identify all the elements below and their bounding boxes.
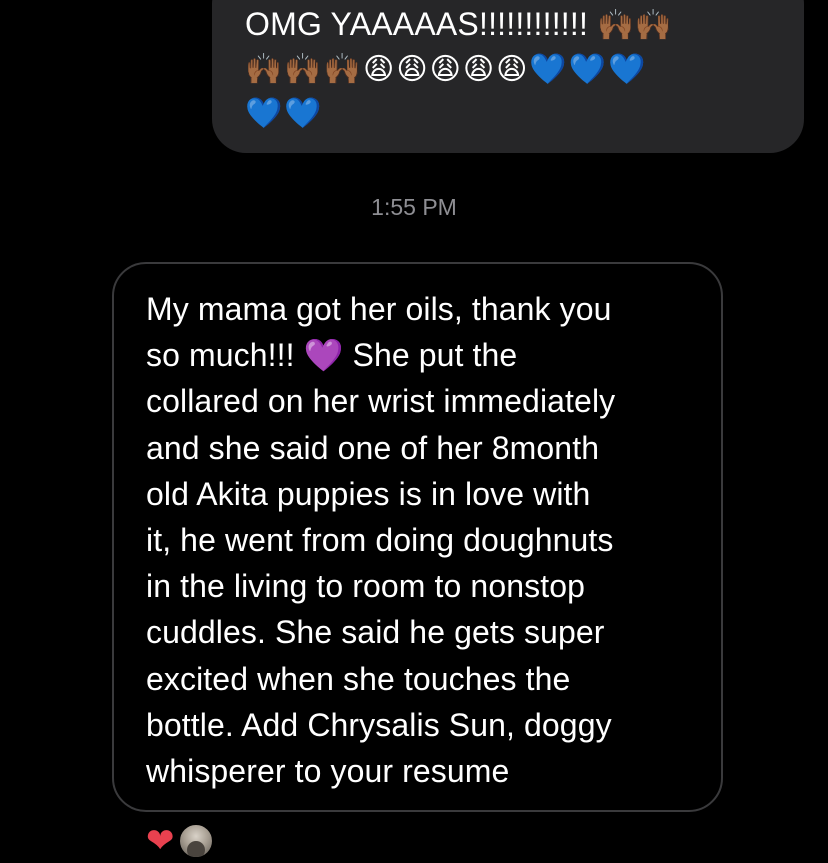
message-line: My mama got her oils, thank you	[146, 291, 612, 327]
message-line: bottle. Add Chrysalis Sun, doggy	[146, 706, 612, 743]
sent-message-bubble[interactable]: OMG YAAAAAS!!!!!!!!!!!! 🙌🏾🙌🏾 🙌🏾🙌🏾🙌🏾😩😩😩😩😩…	[212, 0, 804, 153]
message-line: old Akita puppies is in love with	[146, 475, 591, 512]
message-line: and she said one of her 8month	[146, 429, 600, 466]
sent-message-emoji-line-2: 🙌🏾🙌🏾🙌🏾😩😩😩😩😩💙💙💙	[245, 52, 648, 87]
sent-message-line-1: OMG YAAAAAS!!!!!!!!!!!! 🙌🏾🙌🏾	[245, 2, 784, 48]
received-message-text: My mama got her oils, thank you so much!…	[146, 286, 701, 794]
message-line: excited when she touches the	[146, 660, 571, 697]
sent-message-emoji-line-3: 💙💙	[245, 96, 324, 131]
raising-hands-emoji: 🙌🏾🙌🏾	[597, 8, 673, 43]
message-timestamp: 1:55 PM	[371, 194, 457, 220]
message-reactions[interactable]: ❤	[146, 822, 214, 860]
message-line: so much!!! 💜 She put the	[146, 337, 518, 374]
message-line: collared on her wrist immediately	[146, 383, 616, 420]
received-message-bubble[interactable]: My mama got her oils, thank you so much!…	[112, 262, 723, 812]
reactor-avatar[interactable]	[177, 823, 214, 859]
message-line: whisperer to your resume	[146, 753, 510, 790]
message-line: cuddles. She said he gets super	[146, 614, 605, 651]
heart-reaction-icon[interactable]: ❤	[146, 822, 175, 860]
message-line: it, he went from doing doughnuts	[146, 522, 614, 559]
message-line: in the living to room to nonstop	[146, 568, 586, 605]
sent-message-text: OMG YAAAAAS!!!!!!!!!!!!	[245, 6, 598, 42]
